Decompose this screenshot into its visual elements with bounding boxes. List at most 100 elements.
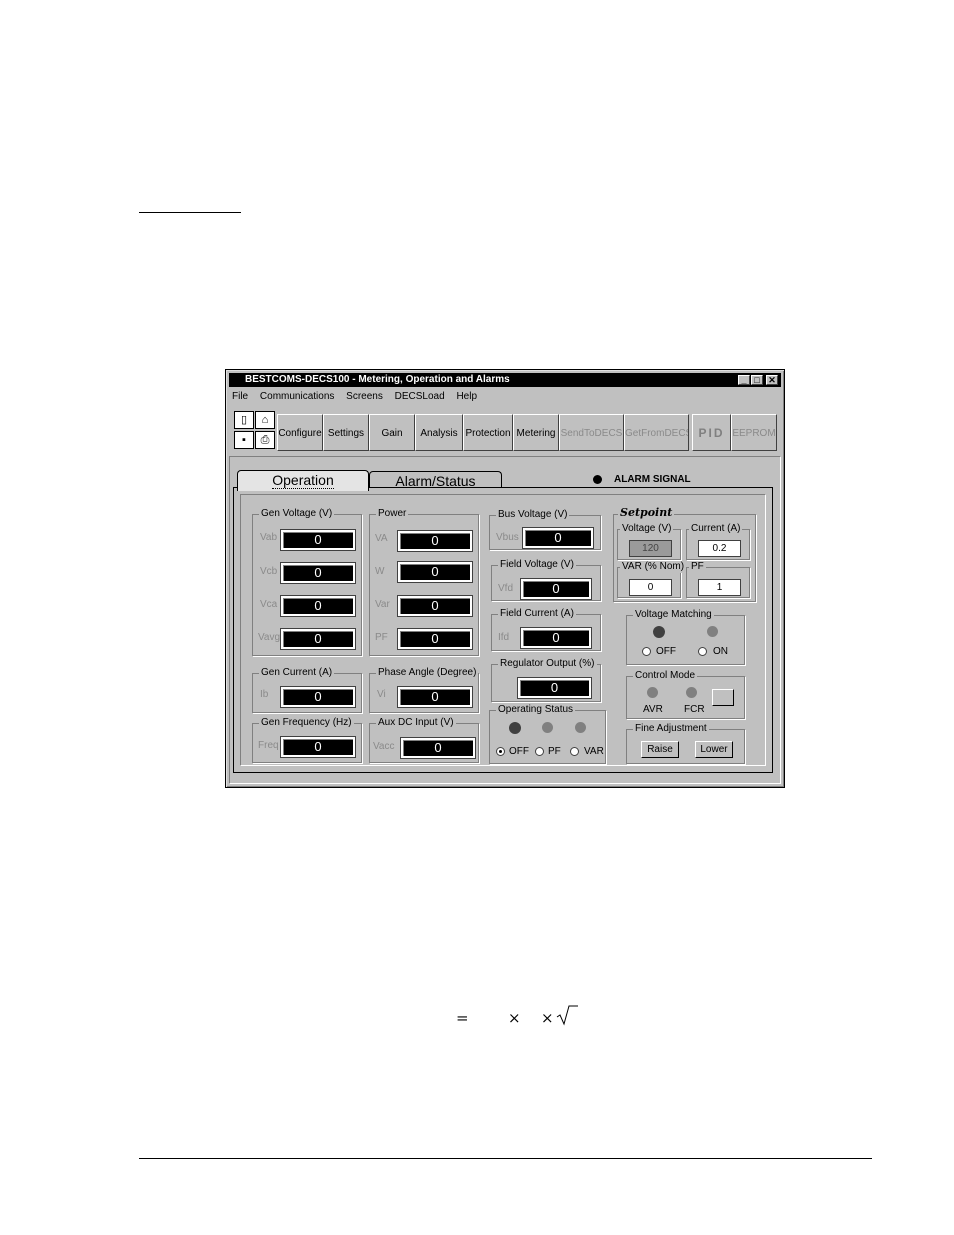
setpoint-pf-group: PF 1 xyxy=(686,561,750,598)
formula-equals: = xyxy=(456,1009,469,1027)
protection-button[interactable]: Protection xyxy=(463,414,513,451)
setpoint-pf-field[interactable]: 1 xyxy=(698,579,741,596)
gain-button[interactable]: Gain xyxy=(369,414,415,451)
power-title: Power xyxy=(376,508,409,520)
gen-voltage-title: Gen Voltage (V) xyxy=(259,508,335,520)
minimize-icon[interactable]: _ xyxy=(738,375,750,385)
settings-button[interactable]: Settings xyxy=(323,414,369,451)
save-icon[interactable]: ▪ xyxy=(234,431,254,449)
field-current-title: Field Current (A) xyxy=(498,608,576,620)
operating-var-radio[interactable] xyxy=(570,747,579,756)
gen-voltage-group: Gen Voltage (V) Vab 0 Vcb 0 Vca 0 Vavg 0 xyxy=(252,508,362,656)
heading-underline xyxy=(139,212,241,213)
ib-label: Ib xyxy=(260,689,269,700)
gen-current-title: Gen Current (A) xyxy=(259,667,335,679)
vfd-label: Vfd xyxy=(498,583,514,594)
vfd-display: 0 xyxy=(520,578,592,600)
close-icon[interactable]: ✕ xyxy=(766,375,778,385)
fine-adjustment-group: Fine Adjustment Raise Lower xyxy=(626,723,745,764)
setpoint-current-field[interactable]: 0.2 xyxy=(698,540,741,557)
pf-label: PF xyxy=(375,632,388,643)
menu-file[interactable]: File xyxy=(232,391,248,402)
menu-help[interactable]: Help xyxy=(456,391,477,402)
new-file-icon[interactable]: ▯ xyxy=(234,411,254,429)
footer-rule xyxy=(139,1158,872,1159)
power-group: Power VA 0 W 0 Var 0 PF 0 xyxy=(369,508,479,656)
control-mode-toggle-button[interactable] xyxy=(712,689,734,706)
fcr-label: FCR xyxy=(684,704,705,715)
vm-on-label: ON xyxy=(713,646,728,657)
ifd-label: Ifd xyxy=(498,632,510,643)
alarm-signal-led xyxy=(593,475,602,484)
setpoint-pf-title: PF xyxy=(689,561,706,573)
setpoint-var-title: VAR (% Nom) xyxy=(620,561,687,573)
ib-display: 0 xyxy=(280,686,356,708)
configure-button[interactable]: Configure xyxy=(277,414,323,451)
voltage-matching-title: Voltage Matching xyxy=(633,609,714,621)
setpoint-voltage-field[interactable]: 120 xyxy=(629,540,672,557)
setpoint-var-group: VAR (% Nom) 0 xyxy=(617,561,687,598)
va-label: VA xyxy=(375,533,388,544)
operating-pf-label: PF xyxy=(548,746,561,757)
raise-button[interactable]: Raise xyxy=(641,741,679,758)
vm-on-radio[interactable] xyxy=(698,647,707,656)
window-title: BESTCOMS-DECS100 - Metering, Operation a… xyxy=(245,374,510,385)
tab-operation-label: Operation xyxy=(272,472,334,489)
print-icon[interactable]: ⎙ xyxy=(255,431,275,449)
vab-label: Vab xyxy=(260,532,278,543)
operating-var-label: VAR xyxy=(584,746,604,757)
vbus-display: 0 xyxy=(522,527,594,549)
aux-dc-title: Aux DC Input (V) xyxy=(376,717,456,729)
gen-frequency-title: Gen Frequency (Hz) xyxy=(259,717,354,729)
phase-angle-title: Phase Angle (Degree) xyxy=(376,667,479,679)
lower-button[interactable]: Lower xyxy=(695,741,733,758)
control-mode-title: Control Mode xyxy=(633,670,698,682)
menu-decsload[interactable]: DECSLoad xyxy=(395,391,445,402)
w-display: 0 xyxy=(397,561,473,583)
send-to-decs-button[interactable]: SendToDECS xyxy=(559,414,624,451)
get-from-decs-button[interactable]: GetFromDECS xyxy=(624,414,689,451)
field-voltage-title: Field Voltage (V) xyxy=(498,559,576,571)
operating-off-led xyxy=(509,722,521,734)
vm-on-led xyxy=(707,626,718,637)
pf-display: 0 xyxy=(397,628,473,650)
vcb-display: 0 xyxy=(280,562,356,584)
regulator-output-group: Regulator Output (%) 0 xyxy=(491,658,601,702)
vm-off-radio[interactable] xyxy=(642,647,651,656)
menu-communications[interactable]: Communications xyxy=(260,391,334,402)
bus-voltage-group: Bus Voltage (V) Vbus 0 xyxy=(489,509,601,550)
analysis-button[interactable]: Analysis xyxy=(415,414,463,451)
voltage-matching-group: Voltage Matching OFF ON xyxy=(626,609,745,665)
eeprom-button[interactable]: EEPROM xyxy=(731,414,777,451)
vavg-label: Vavg xyxy=(258,632,281,643)
vab-display: 0 xyxy=(280,529,356,551)
operating-pf-led xyxy=(542,722,553,733)
tab-operation[interactable]: Operation xyxy=(237,470,369,491)
metering-button[interactable]: Metering xyxy=(513,414,559,451)
operating-off-radio[interactable] xyxy=(496,747,505,756)
setpoint-voltage-title: Voltage (V) xyxy=(620,523,674,535)
regulator-output-display: 0 xyxy=(517,677,592,699)
avr-led xyxy=(647,687,658,698)
menu-screens[interactable]: Screens xyxy=(346,391,383,402)
setpoint-voltage-group: Voltage (V) 120 xyxy=(617,523,681,560)
title-bar: BESTCOMS-DECS100 - Metering, Operation a… xyxy=(229,373,781,387)
var-label: Var xyxy=(375,599,390,610)
vcb-label: Vcb xyxy=(260,566,278,577)
aux-dc-input-group: Aux DC Input (V) Vacc 0 xyxy=(369,717,479,763)
field-current-group: Field Current (A) Ifd 0 xyxy=(491,608,601,651)
operating-pf-radio[interactable] xyxy=(535,747,544,756)
operating-status-group: Operating Status OFF PF VAR xyxy=(489,704,606,764)
phase-angle-group: Phase Angle (Degree) Vi 0 xyxy=(369,667,479,713)
avr-label: AVR xyxy=(643,704,663,715)
maximize-icon[interactable]: □ xyxy=(751,375,763,385)
var-display: 0 xyxy=(397,595,473,617)
square-root-icon xyxy=(556,1005,578,1026)
pid-button[interactable]: PID xyxy=(692,414,731,451)
formula-times-1: × xyxy=(508,1009,521,1027)
setpoint-var-field[interactable]: 0 xyxy=(629,579,672,596)
open-folder-icon[interactable]: ⌂ xyxy=(255,411,275,429)
vbus-label: Vbus xyxy=(496,532,519,543)
fcr-led xyxy=(686,687,697,698)
setpoint-title: Setpoint xyxy=(618,506,675,519)
